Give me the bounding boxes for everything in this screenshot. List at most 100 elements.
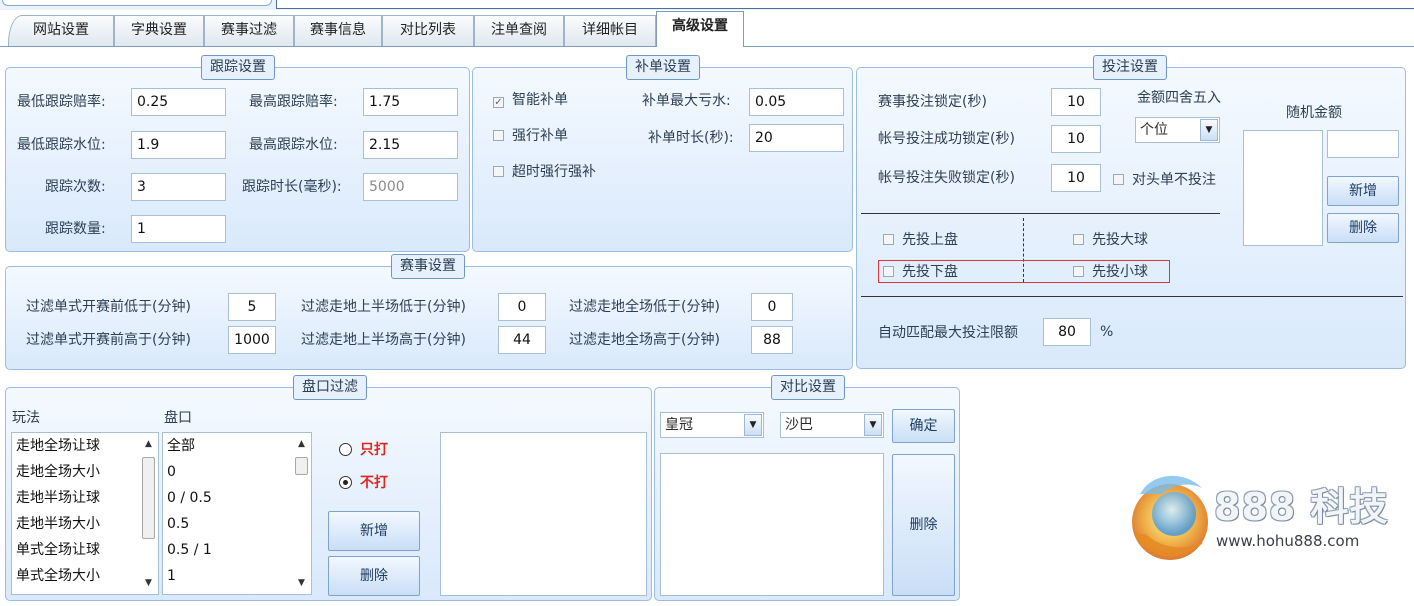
- list-item[interactable]: 1: [163, 563, 311, 589]
- live-first-half-high-input[interactable]: 44: [498, 326, 546, 354]
- dropdown-arrow-icon[interactable]: ▼: [1200, 119, 1218, 141]
- first-lower-checkbox[interactable]: 先投下盘: [883, 262, 958, 282]
- tab-detailed-accounts[interactable]: 详细帐目: [564, 15, 656, 46]
- scroll-thumb[interactable]: [142, 457, 155, 539]
- first-lower-label: 先投下盘: [902, 264, 958, 280]
- scroll-down-icon[interactable]: ▼: [292, 574, 311, 592]
- list-item[interactable]: 走地半场大小: [12, 511, 158, 537]
- tab-compare-list[interactable]: 对比列表: [382, 15, 474, 46]
- no-opposite-bet-checkbox[interactable]: 对头单不投注: [1113, 170, 1216, 190]
- tab-advanced-settings[interactable]: 高级设置: [656, 11, 744, 47]
- site-a-select[interactable]: 皇冠 ▼: [660, 412, 764, 438]
- live-full-low-input[interactable]: 0: [751, 293, 793, 321]
- betting-settings-title: 投注设置: [1093, 55, 1167, 80]
- smart-supplement-checkbox[interactable]: ✓ 智能补单: [493, 90, 568, 110]
- max-odds-input[interactable]: 1.75: [363, 88, 458, 116]
- compare-confirm-button[interactable]: 确定: [892, 409, 955, 443]
- pre-match-high-input[interactable]: 1000: [228, 326, 276, 354]
- dropdown-arrow-icon[interactable]: ▼: [744, 414, 762, 436]
- handicap-filter-panel: 盘口过滤 玩法 盘口 走地全场让球 走地全场大小 走地半场让球 走地半场大小 单…: [5, 375, 652, 601]
- first-big-label: 先投大球: [1092, 232, 1148, 248]
- first-big-checkbox[interactable]: 先投大球: [1073, 230, 1148, 250]
- event-lock-label: 赛事投注锁定(秒): [878, 94, 987, 110]
- play-type-list[interactable]: 走地全场让球 走地全场大小 走地半场让球 走地半场大小 单式全场让球 单式全场大…: [11, 432, 159, 595]
- forced-supplement-label: 强行补单: [512, 128, 568, 144]
- handicap-delete-button[interactable]: 删除: [328, 556, 420, 596]
- track-quantity-input[interactable]: 1: [131, 215, 226, 243]
- random-amount-add-button[interactable]: 新增: [1327, 176, 1399, 206]
- tab-event-filter[interactable]: 赛事过滤: [204, 15, 294, 46]
- fail-lock-input[interactable]: 10: [1051, 164, 1101, 192]
- tab-bar: 网站设置 字典设置 赛事过滤 赛事信息 对比列表 注单查阅 详细帐目 高级设置: [0, 10, 1414, 47]
- first-small-label: 先投小球: [1092, 264, 1148, 280]
- event-lock-input[interactable]: 10: [1051, 88, 1101, 116]
- scroll-up-icon[interactable]: ▲: [292, 435, 311, 453]
- list-item[interactable]: 单式全场让球: [12, 537, 158, 563]
- compare-delete-button[interactable]: 删除: [892, 454, 955, 596]
- brand-name: 888 科技: [1214, 485, 1389, 529]
- track-duration-input[interactable]: 5000: [363, 173, 458, 201]
- list-item[interactable]: 走地全场大小: [12, 459, 158, 485]
- first-small-checkbox[interactable]: 先投小球: [1073, 262, 1148, 282]
- random-amount-list[interactable]: [1243, 130, 1323, 246]
- random-amount-delete-button[interactable]: 删除: [1327, 213, 1399, 243]
- list-item[interactable]: 0: [163, 459, 311, 485]
- supplement-duration-input[interactable]: 20: [749, 124, 844, 152]
- max-water-input[interactable]: 2.15: [363, 131, 458, 159]
- auto-match-limit-label: 自动匹配最大投注限额: [878, 325, 1018, 341]
- pre-match-low-input[interactable]: 5: [228, 293, 276, 321]
- list-item[interactable]: 0 / 0.5: [163, 485, 311, 511]
- site-a-selected-value: 皇冠: [665, 417, 693, 433]
- only-play-radio[interactable]: 只打: [339, 440, 388, 460]
- handicap-add-button[interactable]: 新增: [328, 511, 420, 551]
- live-first-half-low-input[interactable]: 0: [498, 293, 546, 321]
- not-play-radio[interactable]: 不打: [339, 473, 388, 493]
- list-item[interactable]: 单式全场大小: [12, 563, 158, 589]
- checkbox-icon: [493, 166, 504, 177]
- timeout-forced-supplement-checkbox[interactable]: 超时强行强补: [493, 162, 596, 182]
- tab-bet-records[interactable]: 注单查阅: [474, 15, 564, 46]
- min-odds-input[interactable]: 0.25: [131, 88, 226, 116]
- live-first-half-high-label: 过滤走地上半场高于(分钟): [301, 332, 466, 348]
- tab-website-settings[interactable]: 网站设置: [8, 15, 114, 46]
- handicap-result-list[interactable]: [440, 432, 647, 596]
- scroll-up-icon[interactable]: ▲: [139, 435, 158, 453]
- live-full-high-label: 过滤走地全场高于(分钟): [569, 332, 720, 348]
- list-item[interactable]: 走地全场让球: [12, 433, 158, 459]
- handicap-filter-title: 盘口过滤: [293, 375, 367, 400]
- pre-match-low-label: 过滤单式开赛前低于(分钟): [26, 299, 191, 315]
- supplement-max-loss-label: 补单最大亏水:: [642, 93, 731, 109]
- dropdown-arrow-icon[interactable]: ▼: [864, 414, 882, 436]
- event-settings-title: 赛事设置: [391, 254, 465, 279]
- random-amount-input[interactable]: [1327, 130, 1399, 158]
- supplement-max-loss-input[interactable]: 0.05: [749, 88, 844, 116]
- list-item[interactable]: 全部: [163, 433, 311, 459]
- track-count-input[interactable]: 3: [131, 173, 226, 201]
- compare-settings-panel: 对比设置 皇冠 ▼ 沙巴 ▼ 确定 删除: [654, 375, 960, 601]
- supplement-duration-label: 补单时长(秒):: [648, 130, 734, 146]
- live-full-high-input[interactable]: 88: [751, 326, 793, 354]
- play-type-scrollbar[interactable]: ▲ ▼: [139, 433, 158, 594]
- first-upper-checkbox[interactable]: 先投上盘: [883, 230, 958, 250]
- min-water-label: 最低跟踪水位:: [17, 137, 106, 153]
- radio-unchecked-icon: [339, 443, 352, 456]
- scroll-thumb[interactable]: [295, 457, 308, 475]
- site-b-select[interactable]: 沙巴 ▼: [780, 412, 884, 438]
- tab-event-info[interactable]: 赛事信息: [294, 15, 382, 46]
- scroll-down-icon[interactable]: ▼: [139, 574, 158, 592]
- handicap-line-list[interactable]: 全部 0 0 / 0.5 0.5 0.5 / 1 1 ▲ ▼: [162, 432, 312, 595]
- success-lock-input[interactable]: 10: [1051, 125, 1101, 153]
- handicap-line-scrollbar[interactable]: ▲ ▼: [292, 433, 311, 594]
- tracking-settings-title: 跟踪设置: [201, 55, 275, 80]
- rounding-label: 金额四舍五入: [1137, 90, 1221, 106]
- list-item[interactable]: 0.5 / 1: [163, 537, 311, 563]
- forced-supplement-checkbox[interactable]: 强行补单: [493, 126, 568, 146]
- top-strip: [0, 0, 1414, 10]
- rounding-select[interactable]: 个位 ▼: [1135, 117, 1220, 143]
- min-water-input[interactable]: 1.9: [131, 131, 226, 159]
- tab-dictionary-settings[interactable]: 字典设置: [114, 15, 204, 46]
- compare-list[interactable]: [660, 453, 884, 596]
- list-item[interactable]: 0.5: [163, 511, 311, 537]
- list-item[interactable]: 走地半场让球: [12, 485, 158, 511]
- auto-match-limit-input[interactable]: 80: [1043, 318, 1091, 346]
